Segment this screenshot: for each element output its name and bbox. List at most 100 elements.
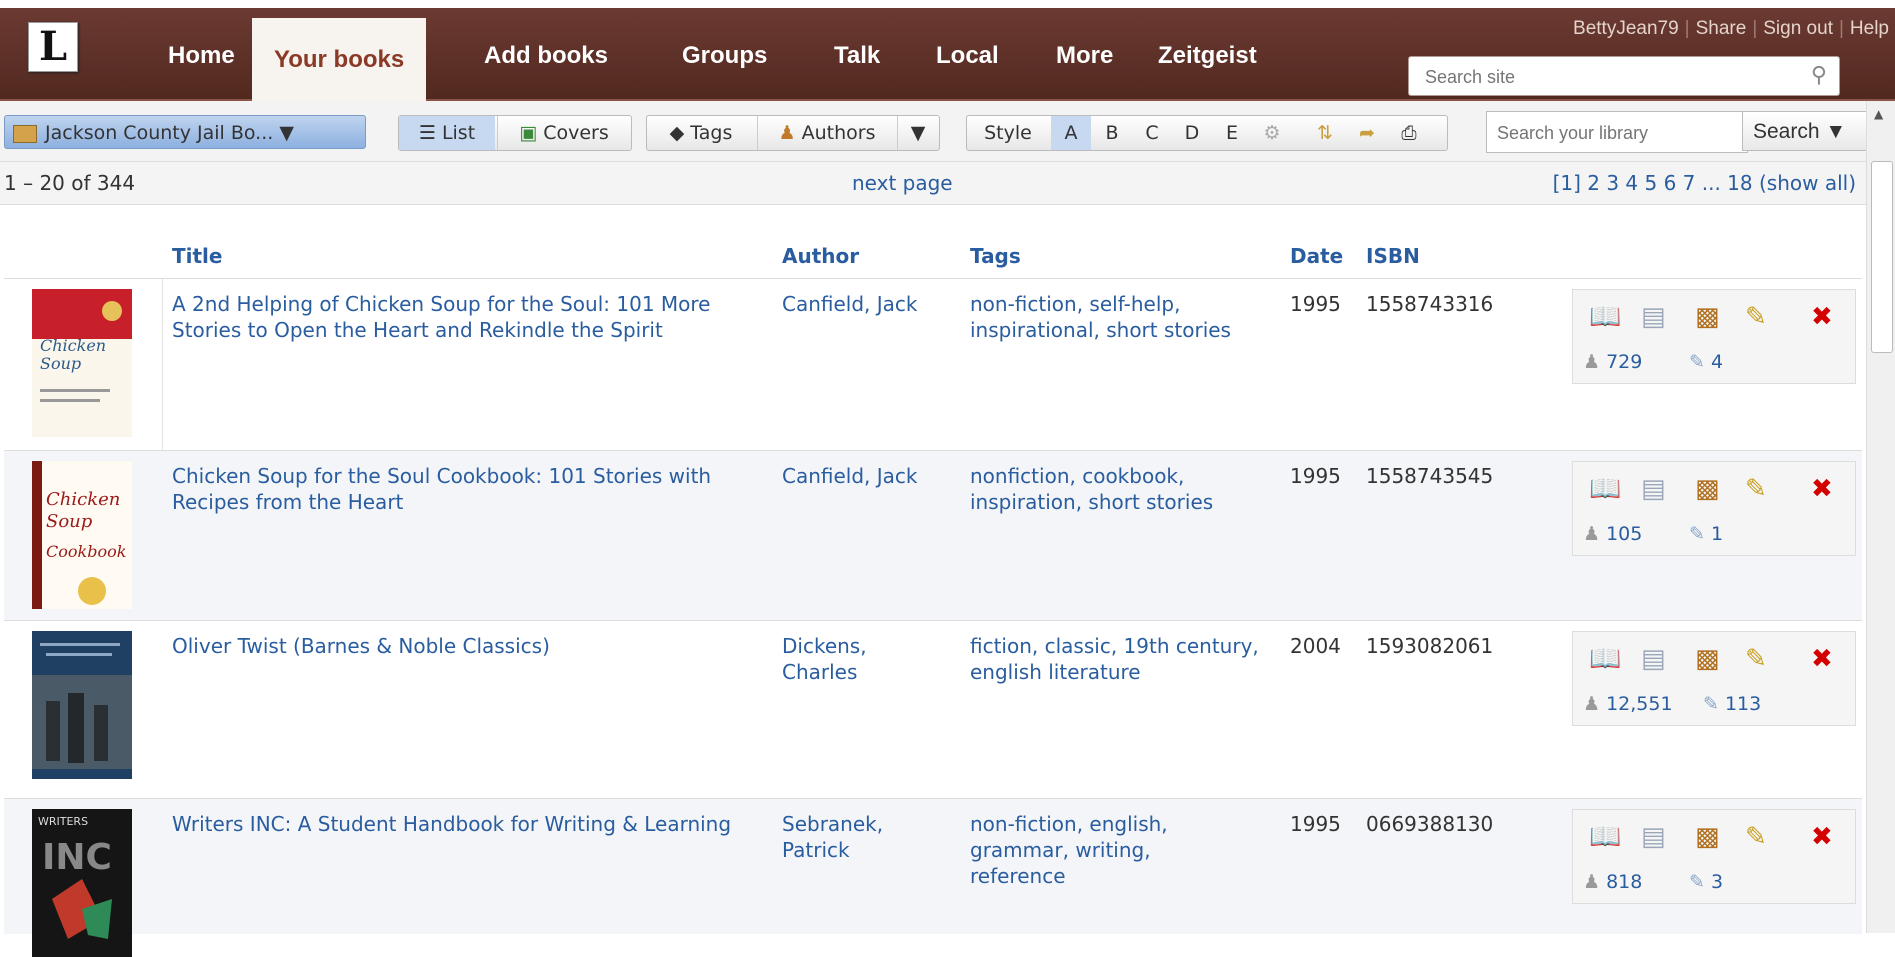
tab-groups[interactable]: Groups bbox=[682, 42, 767, 70]
pencil-icon[interactable]: ✎ bbox=[1745, 822, 1767, 852]
delete-icon[interactable]: ✖ bbox=[1811, 302, 1833, 332]
gear-icon[interactable]: ⚙ bbox=[1253, 116, 1291, 150]
members-count[interactable]: ♟ 105 bbox=[1583, 523, 1642, 545]
site-search-input[interactable] bbox=[1423, 66, 1787, 89]
collection-icon bbox=[13, 124, 37, 143]
style-a-button[interactable]: A bbox=[1051, 116, 1091, 150]
members-value: 818 bbox=[1606, 871, 1643, 893]
style-c-button[interactable]: C bbox=[1133, 116, 1171, 150]
tab-talk[interactable]: Talk bbox=[834, 42, 880, 70]
pencil-icon[interactable]: ✎ bbox=[1745, 302, 1767, 332]
tab-more[interactable]: More bbox=[1056, 42, 1113, 70]
delete-icon[interactable]: ✖ bbox=[1811, 822, 1833, 852]
tab-your-books[interactable]: Your books bbox=[252, 18, 427, 110]
review-icon[interactable]: ▤ bbox=[1641, 302, 1666, 332]
reviews-count[interactable]: ✎ 113 bbox=[1703, 693, 1761, 715]
reviews-count[interactable]: ✎ 4 bbox=[1689, 351, 1723, 373]
tab-home[interactable]: Home bbox=[168, 42, 235, 70]
pencil-icon[interactable]: ✎ bbox=[1745, 644, 1767, 674]
list-view-button[interactable]: ☰ List bbox=[399, 116, 495, 150]
column-author[interactable]: Author bbox=[782, 244, 859, 268]
svg-text:Cookbook: Cookbook bbox=[46, 542, 126, 561]
next-page-link[interactable]: next page bbox=[852, 162, 953, 204]
tab-zeitgeist[interactable]: Zeitgeist bbox=[1158, 42, 1257, 70]
book-title[interactable]: Chicken Soup for the Soul Cookbook: 101 … bbox=[172, 463, 752, 515]
book-icon[interactable]: 📖 bbox=[1589, 644, 1621, 674]
style-b-button[interactable]: B bbox=[1093, 116, 1131, 150]
site-logo[interactable]: L bbox=[28, 22, 78, 72]
signout-link[interactable]: Sign out bbox=[1763, 18, 1833, 39]
page-links[interactable]: [1] 2 3 4 5 6 7 ... 18 (show all) bbox=[1553, 162, 1856, 204]
book-title[interactable]: A 2nd Helping of Chicken Soup for the So… bbox=[172, 291, 752, 343]
authors-label: Authors bbox=[801, 122, 876, 144]
book-icon[interactable]: 📖 bbox=[1589, 302, 1621, 332]
library-search-button[interactable]: Search ▼ bbox=[1742, 111, 1870, 151]
covers-label: Covers bbox=[543, 122, 609, 144]
book-icon[interactable]: 📖 bbox=[1589, 474, 1621, 504]
book-tags[interactable]: non-fiction, english, grammar, writing, … bbox=[970, 811, 1230, 889]
tab-local[interactable]: Local bbox=[936, 42, 999, 70]
style-d-button[interactable]: D bbox=[1173, 116, 1211, 150]
search-icon[interactable]: ⚲ bbox=[1811, 63, 1827, 88]
book-author[interactable]: Canfield, Jack bbox=[782, 463, 952, 489]
share-link[interactable]: Share bbox=[1696, 18, 1747, 39]
column-tags[interactable]: Tags bbox=[970, 244, 1021, 268]
book-date: 1995 bbox=[1290, 292, 1341, 316]
book-author[interactable]: Dickens, Charles bbox=[782, 633, 932, 685]
style-label: Style bbox=[984, 122, 1032, 144]
book-author[interactable]: Canfield, Jack bbox=[782, 291, 952, 317]
review-icon[interactable]: ▤ bbox=[1641, 644, 1666, 674]
box-icon[interactable]: ▩ bbox=[1695, 822, 1720, 852]
person-icon: ♟ bbox=[1583, 871, 1601, 893]
collection-dropdown[interactable]: Jackson County Jail Bo... ▼ bbox=[4, 115, 366, 149]
library-search-input[interactable] bbox=[1495, 122, 1739, 145]
svg-text:Chicken: Chicken bbox=[40, 336, 106, 355]
book-cover[interactable]: Chicken Soup bbox=[32, 289, 132, 437]
covers-view-button[interactable]: ▣ Covers bbox=[497, 116, 630, 150]
comment-icon: ✎ bbox=[1689, 351, 1705, 373]
box-icon[interactable]: ▩ bbox=[1695, 474, 1720, 504]
column-date[interactable]: Date bbox=[1290, 244, 1343, 268]
book-author[interactable]: Sebranek, Patrick bbox=[782, 811, 932, 863]
reviews-count[interactable]: ✎ 1 bbox=[1689, 523, 1723, 545]
book-tags[interactable]: non-fiction, self-help, inspirational, s… bbox=[970, 291, 1270, 343]
style-e-button[interactable]: E bbox=[1213, 116, 1251, 150]
box-icon[interactable]: ▩ bbox=[1695, 644, 1720, 674]
scroll-up-icon[interactable]: ▲ bbox=[1874, 107, 1883, 121]
members-count[interactable]: ♟ 818 bbox=[1583, 871, 1642, 893]
book-cover[interactable]: Chicken Soup Cookbook bbox=[32, 461, 132, 609]
column-isbn[interactable]: ISBN bbox=[1366, 244, 1420, 268]
box-icon[interactable]: ▩ bbox=[1695, 302, 1720, 332]
members-count[interactable]: ♟ 729 bbox=[1583, 351, 1642, 373]
tab-add-books[interactable]: Add books bbox=[484, 42, 608, 70]
members-count[interactable]: ♟ 12,551 bbox=[1583, 693, 1673, 715]
members-value: 12,551 bbox=[1606, 693, 1673, 715]
scrollbar[interactable]: ▲ bbox=[1866, 101, 1895, 933]
tags-button[interactable]: ◆ Tags bbox=[647, 116, 755, 150]
review-icon[interactable]: ▤ bbox=[1641, 822, 1666, 852]
delete-icon[interactable]: ✖ bbox=[1811, 474, 1833, 504]
print-icon[interactable]: ⎙ bbox=[1389, 116, 1429, 150]
chevron-down-icon[interactable]: ▼ bbox=[897, 116, 938, 150]
column-title[interactable]: Title bbox=[172, 244, 222, 268]
pencil-icon[interactable]: ✎ bbox=[1745, 474, 1767, 504]
book-icon[interactable]: 📖 bbox=[1589, 822, 1621, 852]
delete-icon[interactable]: ✖ bbox=[1811, 644, 1833, 674]
svg-text:INC: INC bbox=[42, 837, 112, 878]
sort-icon[interactable]: ⇅ bbox=[1305, 116, 1345, 150]
book-title[interactable]: Writers INC: A Student Handbook for Writ… bbox=[172, 811, 752, 837]
site-nav: L Home Your books Add books Groups Talk … bbox=[0, 8, 1895, 110]
reviews-count[interactable]: ✎ 3 bbox=[1689, 871, 1723, 893]
book-title[interactable]: Oliver Twist (Barnes & Noble Classics) bbox=[172, 633, 752, 659]
username-link[interactable]: BettyJean79 bbox=[1573, 18, 1679, 39]
book-tags[interactable]: fiction, classic, 19th century, english … bbox=[970, 633, 1270, 685]
book-cover[interactable] bbox=[32, 631, 132, 779]
arrow-icon[interactable]: ➦ bbox=[1347, 116, 1387, 150]
review-icon[interactable]: ▤ bbox=[1641, 474, 1666, 504]
help-link[interactable]: Help bbox=[1850, 18, 1889, 39]
scrollbar-thumb[interactable] bbox=[1871, 161, 1893, 353]
account-links: BettyJean79 | Share | Sign out | Help bbox=[1573, 18, 1889, 40]
authors-button[interactable]: ♟ Authors bbox=[757, 116, 896, 150]
book-tags[interactable]: nonfiction, cookbook, inspiration, short… bbox=[970, 463, 1270, 515]
book-cover[interactable]: WRITERS INC bbox=[32, 809, 132, 957]
